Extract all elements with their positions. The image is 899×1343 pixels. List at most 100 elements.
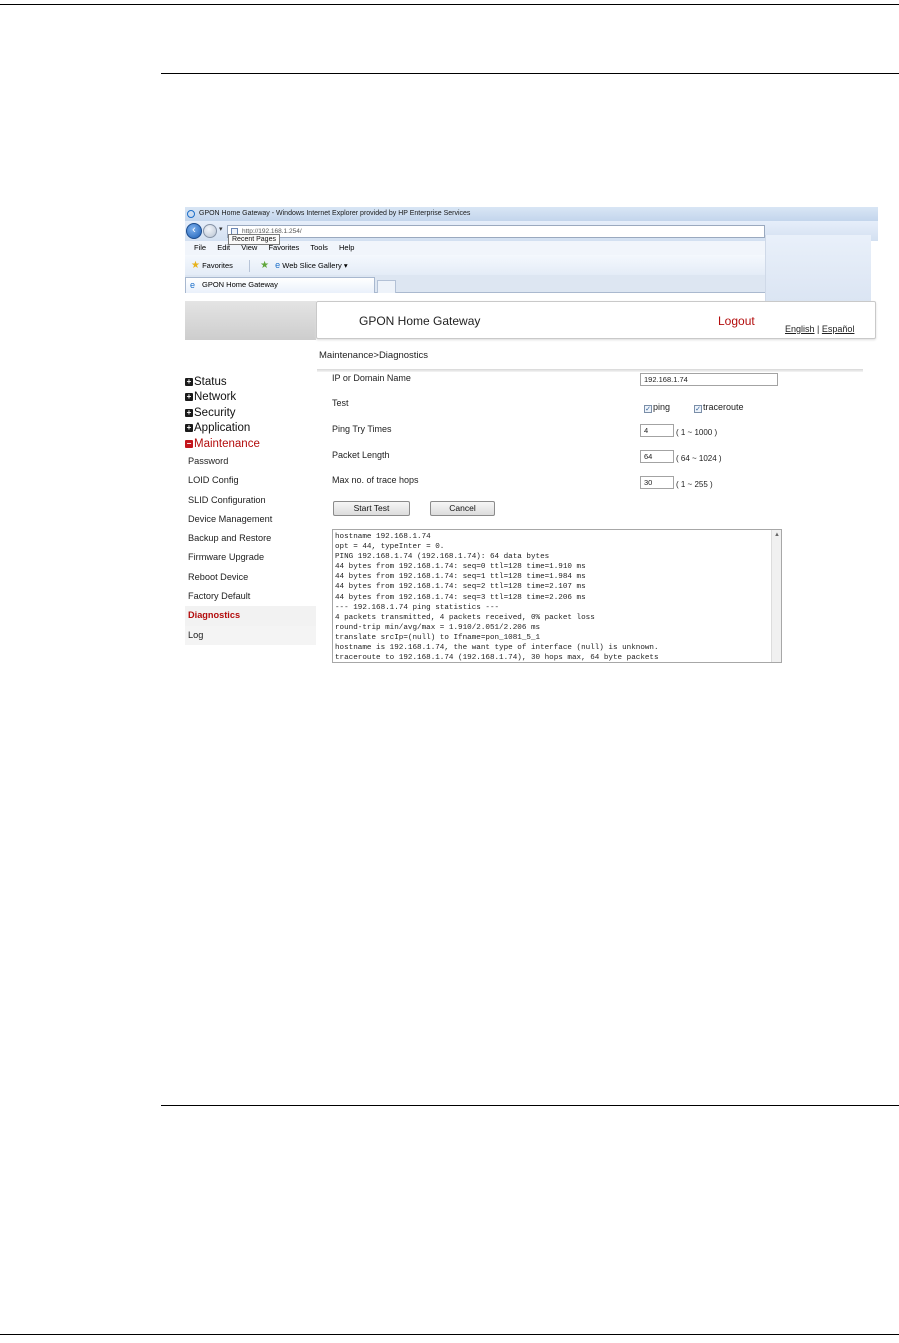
nav-security[interactable]: + Security — [185, 406, 316, 421]
recent-pages-tooltip: Recent Pages — [228, 234, 280, 245]
menu-help[interactable]: Help — [339, 243, 354, 252]
cancel-button[interactable]: Cancel — [430, 501, 495, 516]
nav-application-label: Application — [194, 422, 251, 435]
traceroute-label: traceroute — [703, 402, 744, 412]
expand-plus-icon: + — [185, 392, 193, 402]
header-left-band — [185, 301, 316, 340]
browser-title-bar: GPON Home Gateway - Windows Internet Exp… — [185, 207, 878, 221]
expand-plus-icon: + — [185, 377, 193, 386]
nav-application[interactable]: + Application — [185, 421, 316, 436]
favorites-bar: ★ Favorites ★ e Web Slice Gallery ▾ — [185, 255, 765, 275]
toolbar-right-area — [765, 235, 871, 301]
header-rule — [161, 73, 899, 74]
ping-checkbox[interactable]: ✓ ping — [644, 402, 670, 413]
language-separator: | — [817, 324, 820, 334]
espanol-link[interactable]: Español — [822, 324, 855, 334]
output-line: hostname is 192.168.1.74, the want type … — [335, 644, 659, 653]
output-line: 4 packets transmitted, 4 packets receive… — [335, 613, 595, 622]
menu-tools[interactable]: Tools — [310, 243, 328, 252]
favorites-button[interactable]: Favorites — [202, 261, 233, 270]
nav-status[interactable]: + Status — [185, 375, 316, 390]
nav-backup-and-restore[interactable]: Backup and Restore — [185, 529, 316, 548]
output-line: 44 bytes from 192.168.1.74: seq=1 ttl=12… — [335, 573, 586, 582]
traceroute-checkbox[interactable]: ✓ traceroute — [694, 402, 744, 413]
test-label: Test — [332, 398, 349, 408]
page-title: GPON Home Gateway — [359, 314, 481, 328]
nav-factory-default[interactable]: Factory Default — [185, 587, 316, 606]
recent-pages-dropdown-icon[interactable]: ▾ — [219, 225, 223, 233]
output-line: PING 192.168.1.74 (192.168.1.74): 64 dat… — [335, 553, 550, 562]
nav-loid-config[interactable]: LOID Config — [185, 471, 316, 490]
nav-slid-configuration[interactable]: SLID Configuration — [185, 491, 316, 510]
checkmark-icon: ✓ — [694, 405, 702, 413]
tab-ie-icon: e — [190, 280, 196, 290]
back-arrow-icon[interactable]: ‹ — [186, 223, 202, 239]
output-line: 44 bytes from 192.168.1.74: seq=3 ttl=12… — [335, 593, 586, 602]
output-line: 44 bytes from 192.168.1.74: seq=0 ttl=12… — [335, 563, 586, 572]
output-line: hostname 192.168.1.74 — [335, 533, 431, 541]
output-text: hostname 192.168.1.74 opt = 44, typeInte… — [335, 532, 659, 663]
nav-status-label: Status — [194, 376, 227, 388]
forward-arrow-icon[interactable] — [203, 224, 217, 238]
sidebar-nav: + Status + Network + Security + Applicat… — [185, 375, 316, 645]
nav-security-label: Security — [194, 406, 236, 419]
english-link[interactable]: English — [785, 324, 815, 334]
ip-label: IP or Domain Name — [332, 373, 411, 383]
ip-input[interactable] — [640, 373, 778, 386]
start-test-button[interactable]: Start Test — [333, 501, 410, 516]
tab-gpon-home-gateway[interactable]: e GPON Home Gateway — [185, 277, 375, 293]
max-hops-label: Max no. of trace hops — [332, 475, 419, 485]
address-bar[interactable]: http://192.168.1.254/ — [227, 225, 765, 238]
language-switcher: English | Español — [785, 324, 854, 334]
browser-screenshot: GPON Home Gateway - Windows Internet Exp… — [185, 207, 878, 663]
nav-log[interactable]: Log — [185, 625, 316, 645]
nav-firmware-upgrade[interactable]: Firmware Upgrade — [185, 548, 316, 567]
ie-logo-icon — [187, 210, 195, 218]
diagnostics-output[interactable]: hostname 192.168.1.74 opt = 44, typeInte… — [332, 529, 782, 663]
packet-length-range: ( 64 ~ 1024 ) — [676, 454, 722, 463]
expand-plus-icon: + — [185, 407, 193, 417]
nav-device-management[interactable]: Device Management — [185, 510, 316, 529]
scroll-up-arrow-icon[interactable]: ▲ — [774, 532, 780, 538]
nav-password[interactable]: Password — [185, 452, 316, 471]
collapse-minus-icon: − — [185, 438, 193, 448]
max-hops-input[interactable] — [640, 476, 674, 489]
page-bottom-rule — [0, 1334, 899, 1335]
web-slice-icon: e — [275, 260, 281, 270]
ping-try-input[interactable] — [640, 424, 674, 437]
browser-title: GPON Home Gateway - Windows Internet Exp… — [199, 210, 471, 217]
ping-try-range: ( 1 ~ 1000 ) — [676, 428, 718, 437]
ping-label: ping — [653, 402, 671, 412]
output-line: --- 192.168.1.74 ping statistics --- — [335, 603, 500, 612]
output-line: opt = 44, typeInter = 0. — [335, 543, 445, 552]
favorites-star-icon: ★ — [191, 260, 200, 271]
output-line: translate srcIp=(null) to Ifname=pon_108… — [335, 633, 541, 642]
footer-rule — [161, 1105, 899, 1106]
web-slice-gallery-link[interactable]: Web Slice Gallery ▾ — [282, 261, 347, 270]
nav-reboot-device[interactable]: Reboot Device — [185, 568, 316, 587]
tab-strip: e GPON Home Gateway — [185, 275, 765, 293]
breadcrumb: Maintenance>Diagnostics — [319, 350, 429, 361]
expand-plus-icon: + — [185, 423, 193, 433]
new-tab-button[interactable] — [377, 280, 396, 293]
nav-maintenance[interactable]: − Maintenance — [185, 437, 316, 452]
nav-network-label: Network — [194, 391, 237, 404]
packet-length-input[interactable] — [640, 450, 674, 463]
tab-label: GPON Home Gateway — [202, 280, 278, 289]
checkmark-icon: ✓ — [644, 405, 652, 413]
nav-maintenance-label: Maintenance — [194, 437, 260, 450]
output-line: 44 bytes from 192.168.1.74: seq=2 ttl=12… — [335, 583, 586, 592]
output-line: traceroute to 192.168.1.74 (192.168.1.74… — [335, 654, 659, 663]
nav-network[interactable]: + Network — [185, 390, 316, 405]
breadcrumb-divider — [317, 369, 863, 372]
add-favorite-icon[interactable]: ★ — [260, 260, 269, 271]
page-top-rule — [0, 4, 899, 5]
output-line: round-trip min/avg/max = 1.910/2.051/2.2… — [335, 623, 541, 632]
logout-link[interactable]: Logout — [718, 314, 755, 328]
menu-file[interactable]: File — [194, 243, 206, 252]
output-scrollbar[interactable]: ▲ — [771, 530, 781, 662]
ping-try-label: Ping Try Times — [332, 424, 392, 434]
gateway-header: GPON Home Gateway Logout English | Españ… — [316, 301, 876, 339]
nav-diagnostics[interactable]: Diagnostics — [185, 606, 316, 626]
max-hops-range: ( 1 ~ 255 ) — [676, 480, 713, 489]
